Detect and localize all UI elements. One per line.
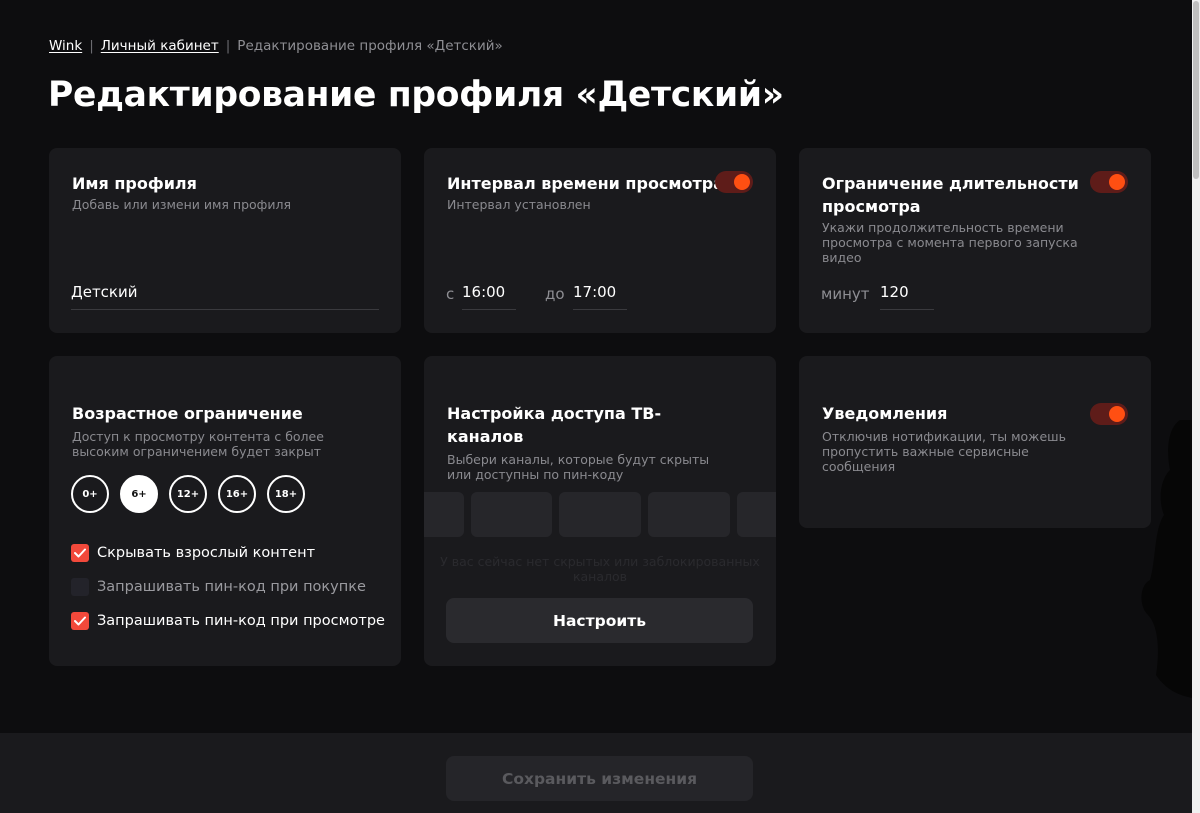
channel-placeholder-tile	[648, 492, 730, 537]
scrollbar-thumb[interactable]	[1193, 1, 1199, 179]
interval-from-input[interactable]: 16:00	[462, 283, 505, 301]
breadcrumb-link-account[interactable]: Личный кабинет	[101, 38, 219, 54]
tv-channels-card: Настройка доступа ТВ- каналов Выбери кан…	[424, 356, 776, 666]
interval-to-label: до	[545, 285, 565, 303]
duration-description: Укажи продолжительность времени просмотр…	[822, 220, 1078, 265]
age-rating-button-selected[interactable]: 6+	[120, 475, 158, 513]
checkmark-icon	[74, 616, 86, 626]
channel-placeholder-tile	[559, 492, 641, 537]
checkbox-checked[interactable]	[71, 612, 89, 630]
interval-to-input[interactable]: 17:00	[573, 283, 616, 301]
no-channels-message: У вас сейчас нет скрытых или заблокирова…	[424, 554, 776, 584]
duration-desc-line: Укажи продолжительность времени	[822, 220, 1064, 235]
profile-name-underline	[71, 309, 379, 310]
no-channels-line: У вас сейчас нет скрытых или заблокирова…	[440, 554, 760, 569]
notifications-desc-line: сообщения	[822, 459, 896, 474]
tv-channels-desc-line: Выбери каналы, которые будут скрыты	[447, 452, 710, 467]
checkbox-label: Скрывать взрослый контент	[97, 545, 316, 561]
interval-card: Интервал времени просмотра Интервал уста…	[424, 148, 776, 333]
notifications-toggle[interactable]	[1090, 403, 1128, 425]
minutes-underline	[880, 309, 934, 310]
profile-name-card: Имя профиля Добавь или измени имя профил…	[49, 148, 401, 333]
tv-channels-title-line: каналов	[447, 427, 524, 446]
profile-name-input[interactable]: Детский	[71, 283, 379, 301]
duration-title: Ограничение длительности просмотра	[822, 172, 1079, 218]
background-silhouette-decoration	[1141, 420, 1193, 698]
checkbox-label: Запрашивать пин-код при просмотре	[97, 613, 385, 629]
age-desc-line: высоким ограничением будет закрыт	[72, 444, 322, 459]
age-rating-button[interactable]: 18+	[267, 475, 305, 513]
page-scrollbar[interactable]	[1192, 0, 1200, 813]
hide-adult-content-option[interactable]: Скрывать взрослый контент	[71, 544, 315, 562]
channel-placeholder-tile	[737, 492, 776, 537]
age-rating-button[interactable]: 12+	[169, 475, 207, 513]
interval-from-underline	[462, 309, 516, 310]
interval-from-label: с	[446, 285, 455, 303]
minutes-input[interactable]: 120	[880, 283, 909, 301]
duration-toggle[interactable]	[1090, 171, 1128, 193]
breadcrumb-separator: |	[225, 38, 231, 54]
age-desc-line: Доступ к просмотру контента с более	[72, 429, 324, 444]
checkbox-label: Запрашивать пин-код при покупке	[97, 579, 366, 595]
notifications-desc-line: Отключив нотификации, ты можешь	[822, 429, 1066, 444]
duration-desc-line: просмотра с момента первого запуска	[822, 235, 1078, 250]
duration-card: Ограничение длительности просмотра Укажи…	[799, 148, 1151, 333]
tv-channels-description: Выбери каналы, которые будут скрыты или …	[447, 452, 709, 482]
checkmark-icon	[74, 548, 86, 558]
tv-channels-title-line: Настройка доступа ТВ-	[447, 404, 662, 423]
duration-title-line: Ограничение длительности	[822, 174, 1079, 193]
toggle-knob	[734, 174, 750, 190]
breadcrumb: Wink | Личный кабинет | Редактирование п…	[49, 38, 503, 54]
pin-on-view-option[interactable]: Запрашивать пин-код при просмотре	[71, 612, 385, 630]
breadcrumb-separator: |	[89, 38, 94, 54]
footer-save-bar: Сохранить изменения	[0, 733, 1193, 813]
duration-desc-line: видео	[822, 250, 862, 265]
age-rating-button[interactable]: 16+	[218, 475, 256, 513]
profile-name-title: Имя профиля	[72, 174, 197, 193]
tv-channels-desc-line: или доступны по пин-коду	[447, 467, 624, 482]
checkbox-unchecked[interactable]	[71, 578, 89, 596]
breadcrumb-current: Редактирование профиля «Детский»	[237, 38, 503, 54]
channel-placeholder-tile	[471, 492, 552, 537]
pin-on-purchase-option[interactable]: Запрашивать пин-код при покупке	[71, 578, 366, 596]
toggle-knob	[1109, 406, 1125, 422]
interval-toggle[interactable]	[715, 171, 753, 193]
save-changes-button[interactable]: Сохранить изменения	[446, 756, 753, 801]
notifications-desc-line: пропустить важные сервисные	[822, 444, 1029, 459]
notifications-description: Отключив нотификации, ты можешь пропусти…	[822, 429, 1066, 474]
interval-title: Интервал времени просмотра	[447, 174, 725, 193]
breadcrumb-link-wink[interactable]: Wink	[49, 38, 82, 54]
toggle-knob	[1109, 174, 1125, 190]
age-restriction-title: Возрастное ограничение	[72, 404, 303, 423]
page-title: Редактирование профиля «Детский»	[48, 75, 784, 115]
profile-name-description: Добавь или измени имя профиля	[72, 197, 291, 212]
age-restriction-description: Доступ к просмотру контента с более высо…	[72, 429, 324, 459]
interval-to-underline	[573, 309, 627, 310]
duration-title-line: просмотра	[822, 197, 921, 216]
age-rating-button[interactable]: 0+	[71, 475, 109, 513]
tv-channels-title: Настройка доступа ТВ- каналов	[447, 402, 661, 448]
notifications-title: Уведомления	[822, 404, 948, 423]
checkbox-checked[interactable]	[71, 544, 89, 562]
configure-channels-button[interactable]: Настроить	[446, 598, 753, 643]
age-rating-selector: 0+ 6+ 12+ 16+ 18+	[71, 475, 305, 513]
minutes-label: минут	[821, 285, 870, 303]
channel-placeholder-tile	[424, 492, 464, 537]
no-channels-line: каналов	[572, 569, 628, 584]
age-restriction-card: Возрастное ограничение Доступ к просмотр…	[49, 356, 401, 666]
notifications-card: Уведомления Отключив нотификации, ты мож…	[799, 356, 1151, 528]
interval-description: Интервал установлен	[447, 197, 591, 212]
